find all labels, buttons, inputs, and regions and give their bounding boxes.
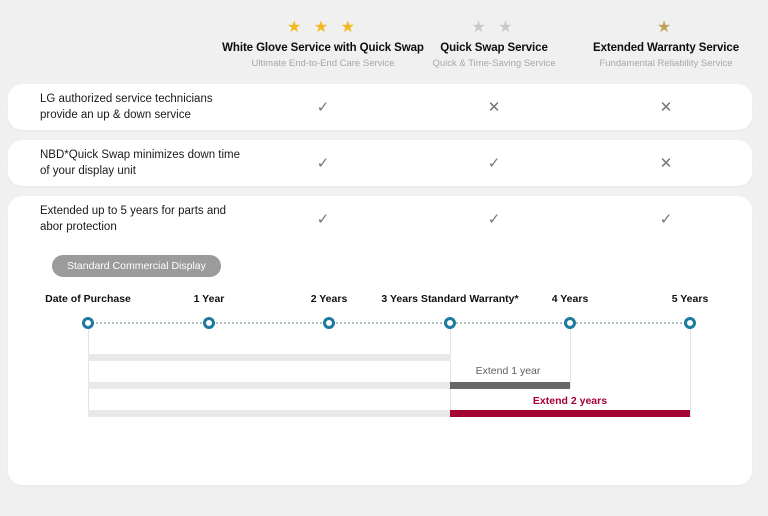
- milestone-marker-icon: [564, 317, 576, 329]
- guide-line-5-years: [690, 329, 691, 417]
- standard-warranty-track: [88, 354, 451, 361]
- guide-line-4-years: [570, 329, 571, 387]
- milestone-marker-icon: [323, 317, 335, 329]
- feature-row-card: NBD*Quick Swap minimizes down time of yo…: [8, 140, 752, 186]
- extend-2-years-label: Extend 2 years: [500, 395, 640, 407]
- milestone-label: 5 Years: [620, 293, 760, 305]
- milestone-label: 2 Years: [259, 293, 399, 305]
- check-icon: ✓: [488, 154, 501, 172]
- feature-row: NBD*Quick Swap minimizes down time of yo…: [8, 140, 752, 186]
- standard-commercial-display-badge[interactable]: Standard Commercial Display: [52, 255, 221, 277]
- warranty-timeline-card: Extended up to 5 years for parts and abo…: [8, 196, 752, 485]
- extend-1-year-label: Extend 1 year: [438, 365, 578, 377]
- plan-tagline: Fundamental Reliability Service: [536, 58, 768, 69]
- check-icon: ✓: [488, 210, 501, 228]
- feature-label: NBD*Quick Swap minimizes down time of yo…: [40, 147, 250, 179]
- milestone-marker-icon: [203, 317, 215, 329]
- plan-column-extended-warranty: ★ Extended Warranty Service Fundamental …: [536, 18, 768, 69]
- extend-1-year-bar: [450, 382, 570, 389]
- extend-2-years-bar: [450, 410, 690, 417]
- milestone-marker-icon: [82, 317, 94, 329]
- guide-line-purchase: [88, 329, 89, 417]
- timeline-dotted-line: [88, 322, 690, 324]
- cross-icon: ✕: [660, 154, 673, 172]
- milestone-marker-icon: [684, 317, 696, 329]
- star-rating-icon: ★: [536, 18, 768, 38]
- standard-warranty-track: [88, 410, 451, 417]
- check-icon: ✓: [317, 98, 330, 116]
- milestone-label: Date of Purchase: [18, 293, 158, 305]
- feature-label: LG authorized service technicians provid…: [40, 91, 250, 123]
- feature-row: Extended up to 5 years for parts and abo…: [8, 196, 752, 242]
- check-icon: ✓: [317, 210, 330, 228]
- cross-icon: ✕: [660, 98, 673, 116]
- feature-label: Extended up to 5 years for parts and abo…: [40, 203, 250, 235]
- milestone-label: 3 Years Standard Warranty*: [380, 293, 520, 305]
- feature-row-card: LG authorized service technicians provid…: [8, 84, 752, 130]
- check-icon: ✓: [317, 154, 330, 172]
- cross-icon: ✕: [488, 98, 501, 116]
- plan-name: Extended Warranty Service: [536, 42, 768, 54]
- check-icon: ✓: [660, 210, 673, 228]
- standard-warranty-track: [88, 382, 451, 389]
- milestone-marker-icon: [444, 317, 456, 329]
- milestone-label: 1 Year: [139, 293, 279, 305]
- feature-row: LG authorized service technicians provid…: [8, 84, 752, 130]
- milestone-label: 4 Years: [500, 293, 640, 305]
